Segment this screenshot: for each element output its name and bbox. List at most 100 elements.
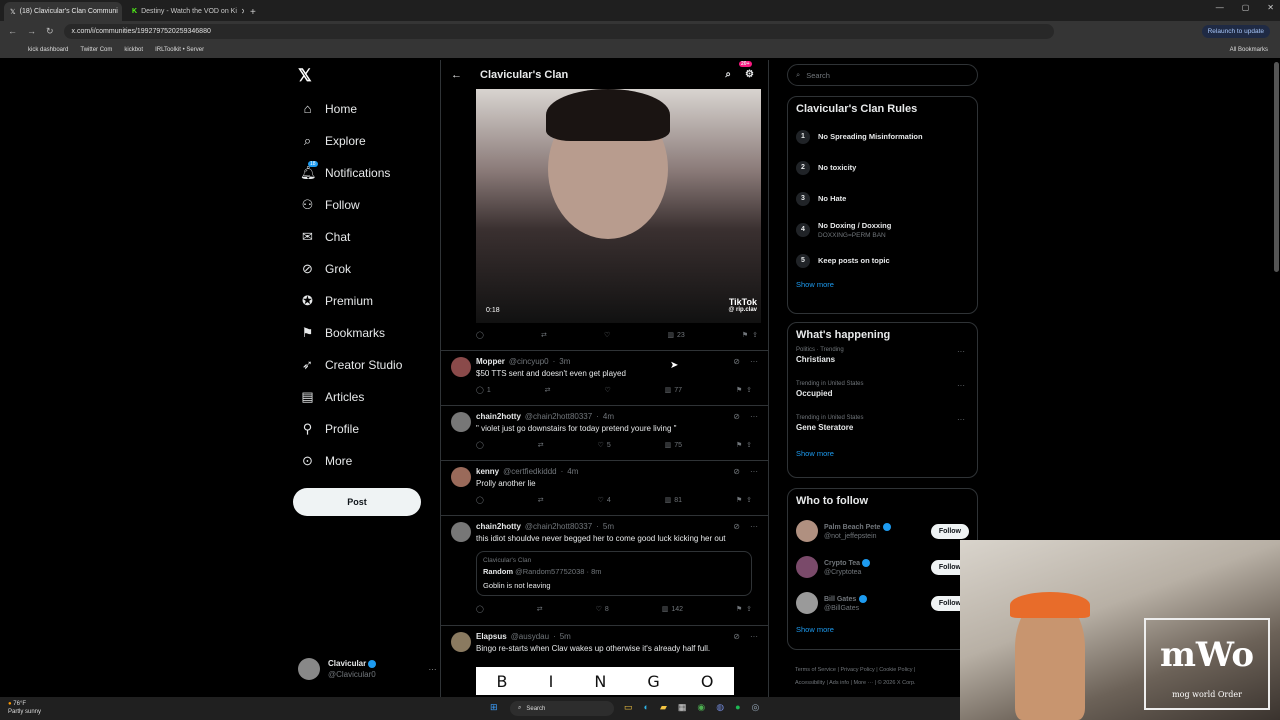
nav-chat[interactable]: ✉ Chat	[300, 229, 350, 245]
close-icon[interactable]: ✕	[241, 7, 244, 16]
bookmark-icon[interactable]: ⚑ ⇪	[742, 331, 758, 339]
forward-icon[interactable]: →	[27, 26, 36, 37]
footer-link[interactable]: Terms of Service	[795, 667, 836, 673]
bookmark-kick-dashboard[interactable]: kick dashboard	[28, 47, 68, 53]
search-input[interactable]: ⌕ Search	[787, 64, 978, 86]
rule-item[interactable]: 1 No Spreading Misinformation	[796, 121, 969, 152]
scrollbar[interactable]	[1274, 62, 1279, 272]
relaunch-button[interactable]: Relaunch to update	[1201, 25, 1270, 38]
nav-notifications[interactable]: 🔔︎ 18 Notifications	[300, 161, 390, 181]
reply-icon[interactable]: ◯ 1	[476, 386, 491, 395]
reply-icon[interactable]: ◯	[476, 605, 484, 613]
nav-more[interactable]: ⊙ More	[300, 453, 352, 469]
video-player[interactable]: 0:18 TikTok @ rip.clav	[476, 89, 761, 323]
taskbar-search[interactable]: ⌕ Search	[510, 701, 614, 716]
post-button[interactable]: Post	[293, 488, 421, 516]
back-icon[interactable]: ←	[8, 26, 17, 37]
nav-premium[interactable]: ✪ Premium	[300, 293, 373, 309]
trend-item[interactable]: Trending in United States Occupied ···	[796, 381, 969, 415]
views-icon[interactable]: ▥ 81	[665, 496, 682, 505]
repost-icon[interactable]: ⇄	[537, 605, 543, 613]
rules-show-more[interactable]: Show more	[796, 280, 969, 289]
grok-icon[interactable]: ⊘	[733, 632, 740, 641]
bookmark-irltoolkit[interactable]: IRLToolkit • Server	[155, 47, 204, 53]
reload-icon[interactable]: ↻	[46, 26, 54, 37]
trend-item[interactable]: Politics · Trending Christians ···	[796, 347, 969, 381]
grok-icon[interactable]: ⊘	[733, 412, 740, 421]
settings-icon[interactable]: ⚙ 20+	[739, 61, 754, 80]
url-field[interactable]: x.com/i/communities/1992797520259346880	[63, 24, 1054, 39]
bookmark-twitter-com[interactable]: Twitter Com	[80, 47, 112, 53]
nav-profile[interactable]: ⚲ Profile	[300, 421, 359, 437]
trends-show-more[interactable]: Show more	[796, 449, 969, 458]
like-icon[interactable]: ♡	[604, 386, 610, 394]
like-icon[interactable]: ♡ 4	[598, 496, 611, 505]
account-switcher[interactable]: Clavicular @Clavicular0 ···	[298, 658, 436, 680]
tweet[interactable]: Mopper @cincyup0 · 3m ⊘ ··· $50 TTS sent and …	[441, 350, 768, 405]
tab-clavicular[interactable]: 𝕏 (18) Clavicular's Clan Communi ✕	[4, 2, 122, 21]
more-dots-icon[interactable]: ···	[428, 665, 436, 674]
more-dots-icon[interactable]: ···	[750, 467, 758, 476]
more-dots-icon[interactable]: ···	[957, 381, 965, 390]
steam-icon[interactable]: ◎	[752, 702, 760, 713]
repost-icon[interactable]: ⇄	[541, 331, 547, 339]
follow-suggestion[interactable]: Bill Gates @BillGates Follow	[796, 585, 969, 621]
discord-icon[interactable]: ◍	[716, 702, 724, 713]
rule-item[interactable]: 3 No Hate	[796, 183, 969, 214]
repost-icon[interactable]: ⇄	[545, 386, 551, 394]
back-arrow-icon[interactable]: ←	[451, 69, 462, 81]
bookmark-icon[interactable]: ⚑ ⇪	[736, 605, 752, 613]
more-dots-icon[interactable]: ···	[957, 415, 965, 424]
views-icon[interactable]: ▥ 75	[665, 441, 682, 450]
grok-icon[interactable]: ⊘	[733, 467, 740, 476]
reply-icon[interactable]: ◯	[476, 496, 484, 504]
footer-link[interactable]: Accessibility	[795, 680, 825, 686]
follow-button[interactable]: Follow	[930, 523, 969, 539]
file-explorer-icon[interactable]: ▭	[624, 702, 633, 713]
more-dots-icon[interactable]: ···	[750, 522, 758, 531]
grok-icon[interactable]: ⊘	[733, 357, 740, 366]
repost-icon[interactable]: ⇄	[538, 496, 544, 504]
nav-grok[interactable]: ⊘ Grok	[300, 261, 351, 277]
new-tab-icon[interactable]: +	[250, 7, 256, 18]
reply-icon[interactable]: ◯	[476, 331, 484, 339]
views-icon[interactable]: ▥ 23	[667, 331, 684, 340]
nav-explore[interactable]: ⌕ Explore	[300, 133, 366, 149]
bookmark-icon[interactable]: ⚑ ⇪	[736, 496, 752, 504]
minimize-icon[interactable]: —	[1216, 3, 1224, 12]
tweet[interactable]: chain2hotty @chain2hott80337 · 4m ⊘ ··· " vio…	[441, 405, 768, 460]
rule-item[interactable]: 5 Keep posts on topic	[796, 245, 969, 276]
bingo-image[interactable]: B I N G O	[476, 667, 734, 695]
bookmark-icon[interactable]: ⚑ ⇪	[736, 386, 752, 394]
more-dots-icon[interactable]: ···	[750, 632, 758, 641]
follow-show-more[interactable]: Show more	[796, 625, 969, 634]
nav-creator-studio[interactable]: ➶ Creator Studio	[300, 357, 402, 373]
x-logo-icon[interactable]: 𝕏	[298, 66, 312, 86]
windows-start-icon[interactable]: ⊞	[490, 702, 498, 713]
search-icon[interactable]: ⌕	[725, 69, 731, 80]
more-dots-icon[interactable]: ···	[957, 347, 965, 356]
spotify-icon[interactable]: ●	[735, 702, 740, 713]
nav-articles[interactable]: ▤ Articles	[300, 389, 364, 405]
follow-suggestion[interactable]: Palm Beach Pete @not_jeffepstein Follow	[796, 513, 969, 549]
grok-icon[interactable]: ⊘	[733, 522, 740, 531]
like-icon[interactable]: ♡ 8	[596, 605, 609, 614]
like-icon[interactable]: ♡	[604, 331, 610, 339]
quoted-tweet[interactable]: Clavicular's Clan Random @Random57752038…	[476, 551, 752, 596]
maximize-icon[interactable]: ▢	[1242, 3, 1250, 12]
footer-link[interactable]: Privacy Policy	[840, 667, 874, 673]
follow-suggestion[interactable]: Crypto Tea @Cryptotea Follow	[796, 549, 969, 585]
bookmark-kickbot[interactable]: kickbot	[124, 47, 143, 53]
like-icon[interactable]: ♡ 5	[598, 441, 611, 450]
views-icon[interactable]: ▥ 77	[665, 386, 682, 395]
tweet[interactable]: kenny @certfiedkiddd · 4m ⊘ ··· Prolly anothe…	[441, 460, 768, 515]
more-dots-icon[interactable]: ···	[750, 412, 758, 421]
close-window-icon[interactable]: ✕	[1267, 3, 1274, 12]
chrome-icon[interactable]: ◉	[697, 702, 705, 713]
nav-bookmarks[interactable]: ⚑ Bookmarks	[300, 325, 385, 341]
nav-home[interactable]: ⌂ Home	[300, 101, 357, 116]
folder-icon[interactable]: ▰	[660, 702, 667, 713]
footer-link[interactable]: Ads info	[829, 680, 849, 686]
all-bookmarks[interactable]: All Bookmarks	[1230, 47, 1268, 53]
weather-widget[interactable]: ● 76°F Partly sunny	[8, 700, 41, 716]
